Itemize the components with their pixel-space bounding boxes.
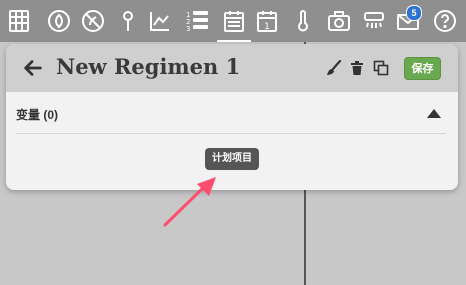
active-tab-indicator <box>217 40 251 42</box>
variables-section-label: 变量 (0) <box>16 108 59 122</box>
regimen-name-title[interactable]: New Regimen 1 <box>56 54 240 79</box>
chart-icon[interactable] <box>145 6 175 36</box>
no-weed-icon[interactable] <box>78 6 108 36</box>
probe-icon[interactable] <box>113 6 143 36</box>
panel-header: New Regimen 1 保存 <box>6 44 458 92</box>
grid-icon[interactable] <box>4 6 34 36</box>
color-brush-icon[interactable] <box>326 60 342 76</box>
sprinkler-icon[interactable] <box>359 6 389 36</box>
farm-event-calendar-icon[interactable]: 1 <box>252 6 282 36</box>
back-arrow-icon[interactable] <box>22 57 44 79</box>
regimen-editor-panel: New Regimen 1 保存 变量 (0) 计划项目 <box>6 44 458 190</box>
trash-icon[interactable] <box>349 60 365 76</box>
top-navigation-bar: 1 2 3 1 5 <box>0 0 466 42</box>
leaf-icon[interactable] <box>44 6 74 36</box>
sequence-digit-3: 3 <box>186 25 190 33</box>
schedule-item-tooltip: 计划项目 <box>205 148 259 170</box>
save-button[interactable]: 保存 <box>404 57 441 80</box>
copy-icon[interactable] <box>373 60 389 76</box>
app-page: 1 2 3 1 5 New Regimen 1 保存 变量 (0) 计划项目 <box>0 0 466 285</box>
thermometer-icon[interactable] <box>288 6 318 36</box>
regimen-calendar-icon[interactable] <box>219 6 249 36</box>
messages-icon[interactable]: 5 <box>393 5 423 36</box>
sequence-list-icon[interactable]: 1 2 3 <box>182 6 212 36</box>
calendar-day-number: 1 <box>264 22 270 32</box>
message-count-badge: 5 <box>406 5 422 21</box>
camera-icon[interactable] <box>324 6 354 36</box>
annotation-arrow-icon <box>163 177 216 227</box>
section-divider <box>16 133 446 134</box>
caret-up-icon[interactable] <box>427 108 441 118</box>
help-icon[interactable] <box>430 6 460 36</box>
